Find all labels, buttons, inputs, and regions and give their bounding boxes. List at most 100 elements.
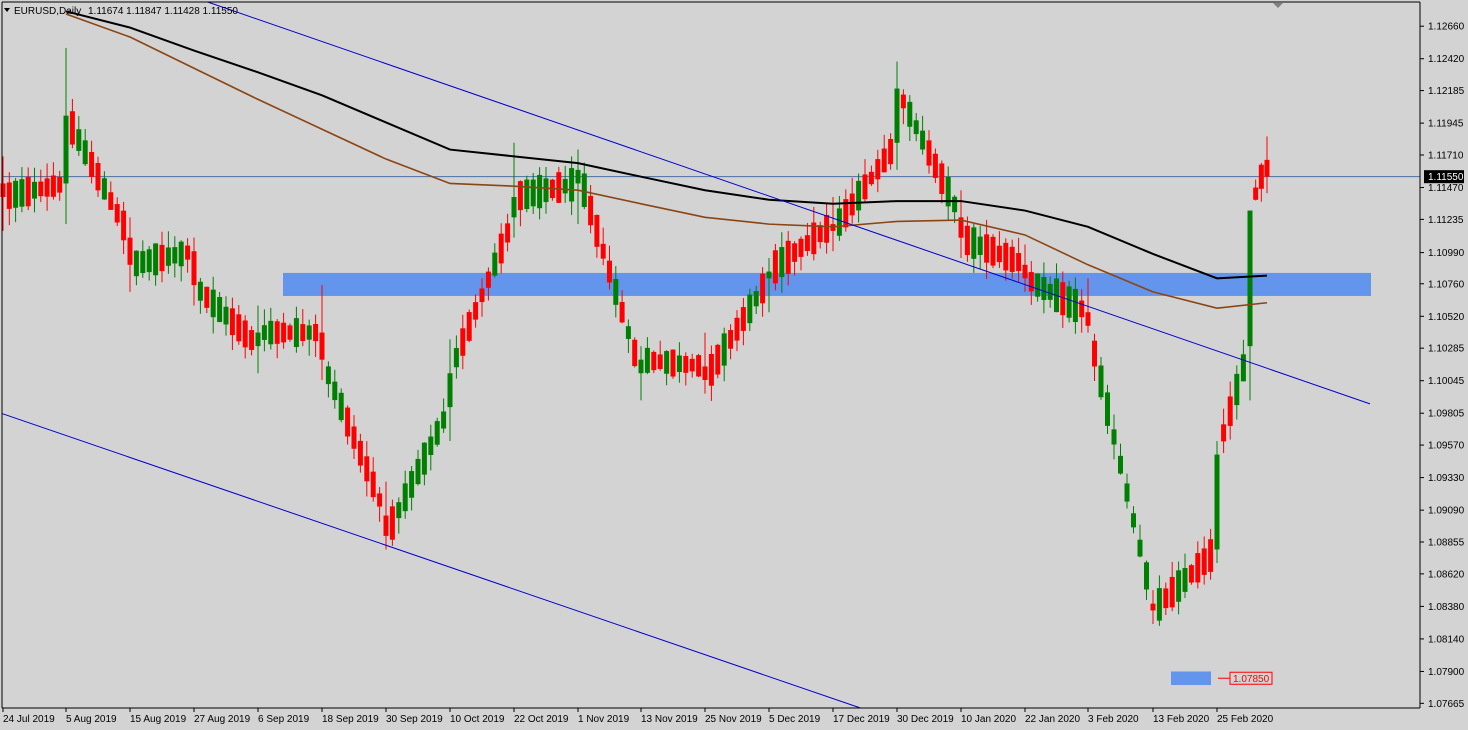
candle-body — [683, 355, 689, 373]
candle-body — [900, 94, 906, 109]
candle-body — [638, 359, 644, 374]
x-tick-label: 25 Nov 2019 — [705, 714, 762, 725]
y-tick-label: 1.09570 — [1428, 441, 1465, 452]
candle-body — [543, 178, 549, 203]
candle-body — [856, 180, 862, 211]
candle-body — [849, 193, 855, 216]
candle-body — [1105, 392, 1110, 426]
candle-body — [101, 178, 107, 200]
x-tick-label: 17 Dec 2019 — [833, 714, 890, 725]
y-tick-label: 1.12420 — [1428, 54, 1465, 65]
x-tick-label: 25 Feb 2020 — [1217, 714, 1274, 725]
candle-body — [249, 330, 255, 350]
candle-body — [517, 181, 523, 211]
candle-body — [63, 115, 69, 184]
y-tick-label: 1.09330 — [1428, 473, 1465, 484]
candle-body — [728, 329, 734, 349]
y-tick-label: 1.08855 — [1428, 538, 1465, 549]
candle-body — [613, 278, 619, 305]
candle-body — [293, 318, 299, 348]
candle-body — [740, 307, 746, 331]
candle-body — [421, 442, 427, 475]
candle-body — [772, 250, 778, 284]
candle-body — [952, 196, 958, 213]
candle-body — [1163, 588, 1169, 609]
x-tick-label: 15 Aug 2019 — [130, 714, 187, 725]
candle-body — [913, 120, 919, 135]
candle-body — [217, 297, 223, 323]
candle-body — [894, 88, 900, 143]
candle-body — [204, 286, 210, 308]
candle-body — [1028, 272, 1034, 292]
y-tick-label: 1.09805 — [1428, 409, 1465, 420]
candle-body — [44, 178, 50, 197]
x-tick-label: 13 Nov 2019 — [641, 714, 698, 725]
x-tick-label: 6 Sep 2019 — [258, 714, 310, 725]
y-tick-label: 1.10520 — [1428, 312, 1465, 323]
candle-body — [1264, 159, 1270, 177]
support-zone — [1171, 671, 1211, 686]
candle-body — [6, 182, 12, 209]
candle-body — [108, 192, 114, 210]
candle-body — [485, 271, 491, 288]
candle-body — [1240, 354, 1246, 382]
candle-body — [625, 326, 631, 339]
candle-body — [82, 140, 88, 165]
candle-body — [569, 168, 575, 202]
candle-body — [1182, 568, 1188, 592]
candle-body — [1195, 553, 1201, 583]
candle-body — [505, 223, 511, 243]
candle-body — [715, 344, 721, 375]
candle-body — [996, 245, 1002, 263]
candle-body — [875, 159, 881, 180]
candle-body — [651, 351, 657, 371]
y-tick-label: 1.07665 — [1428, 699, 1465, 710]
candle-body — [281, 322, 287, 343]
candle-body — [409, 471, 415, 498]
candle-body — [287, 325, 293, 340]
candle-body — [556, 172, 562, 203]
candle-body — [1150, 603, 1156, 611]
candle-body — [600, 243, 606, 259]
candlestick-chart[interactable]: 1.12660 1.12420 1.12185 1.11945 1.11710 1.114… — [0, 0, 1468, 730]
x-tick-label: 22 Jan 2020 — [1025, 714, 1080, 725]
candle-body — [524, 179, 530, 210]
candle-body — [389, 506, 395, 540]
candle-body — [453, 348, 459, 368]
candle-body — [1144, 562, 1149, 590]
candle-body — [760, 273, 766, 304]
candle-body — [466, 312, 472, 341]
y-tick-label: 1.08140 — [1428, 634, 1465, 645]
candle-body — [964, 225, 970, 256]
symbol-label: EURUSD,Daily — [14, 6, 81, 17]
resistance-zone — [283, 272, 1371, 296]
candle-body — [1234, 373, 1240, 406]
y-tick-label: 1.10760 — [1428, 279, 1465, 290]
x-tick-label: 1 Nov 2019 — [578, 714, 630, 725]
candle-body — [798, 238, 804, 257]
y-tick-label: 1.07900 — [1428, 667, 1465, 678]
candle-body — [498, 233, 504, 264]
candle-body — [364, 456, 370, 482]
x-tick-label: 24 Jul 2019 — [3, 714, 55, 725]
candle-body — [619, 302, 625, 323]
candle-body — [1118, 455, 1123, 474]
candle-body — [447, 373, 453, 408]
candle-body — [1003, 242, 1009, 271]
candle-body — [89, 151, 95, 177]
candle-body — [881, 148, 887, 173]
candle-body — [1098, 365, 1104, 398]
candle-body — [1156, 588, 1162, 621]
candle-body — [50, 175, 56, 197]
current-price-marker: 1.11550 — [1424, 170, 1464, 184]
candle-body — [441, 411, 447, 429]
candle-body — [140, 251, 146, 274]
candle-body — [159, 244, 165, 272]
candle-body — [242, 320, 248, 348]
candle-body — [689, 358, 695, 372]
y-tick-label: 1.11710 — [1428, 150, 1464, 161]
candle-body — [1041, 277, 1047, 301]
candle-body — [1169, 576, 1175, 608]
candle-body — [1253, 187, 1259, 200]
candle-body — [1214, 454, 1220, 550]
